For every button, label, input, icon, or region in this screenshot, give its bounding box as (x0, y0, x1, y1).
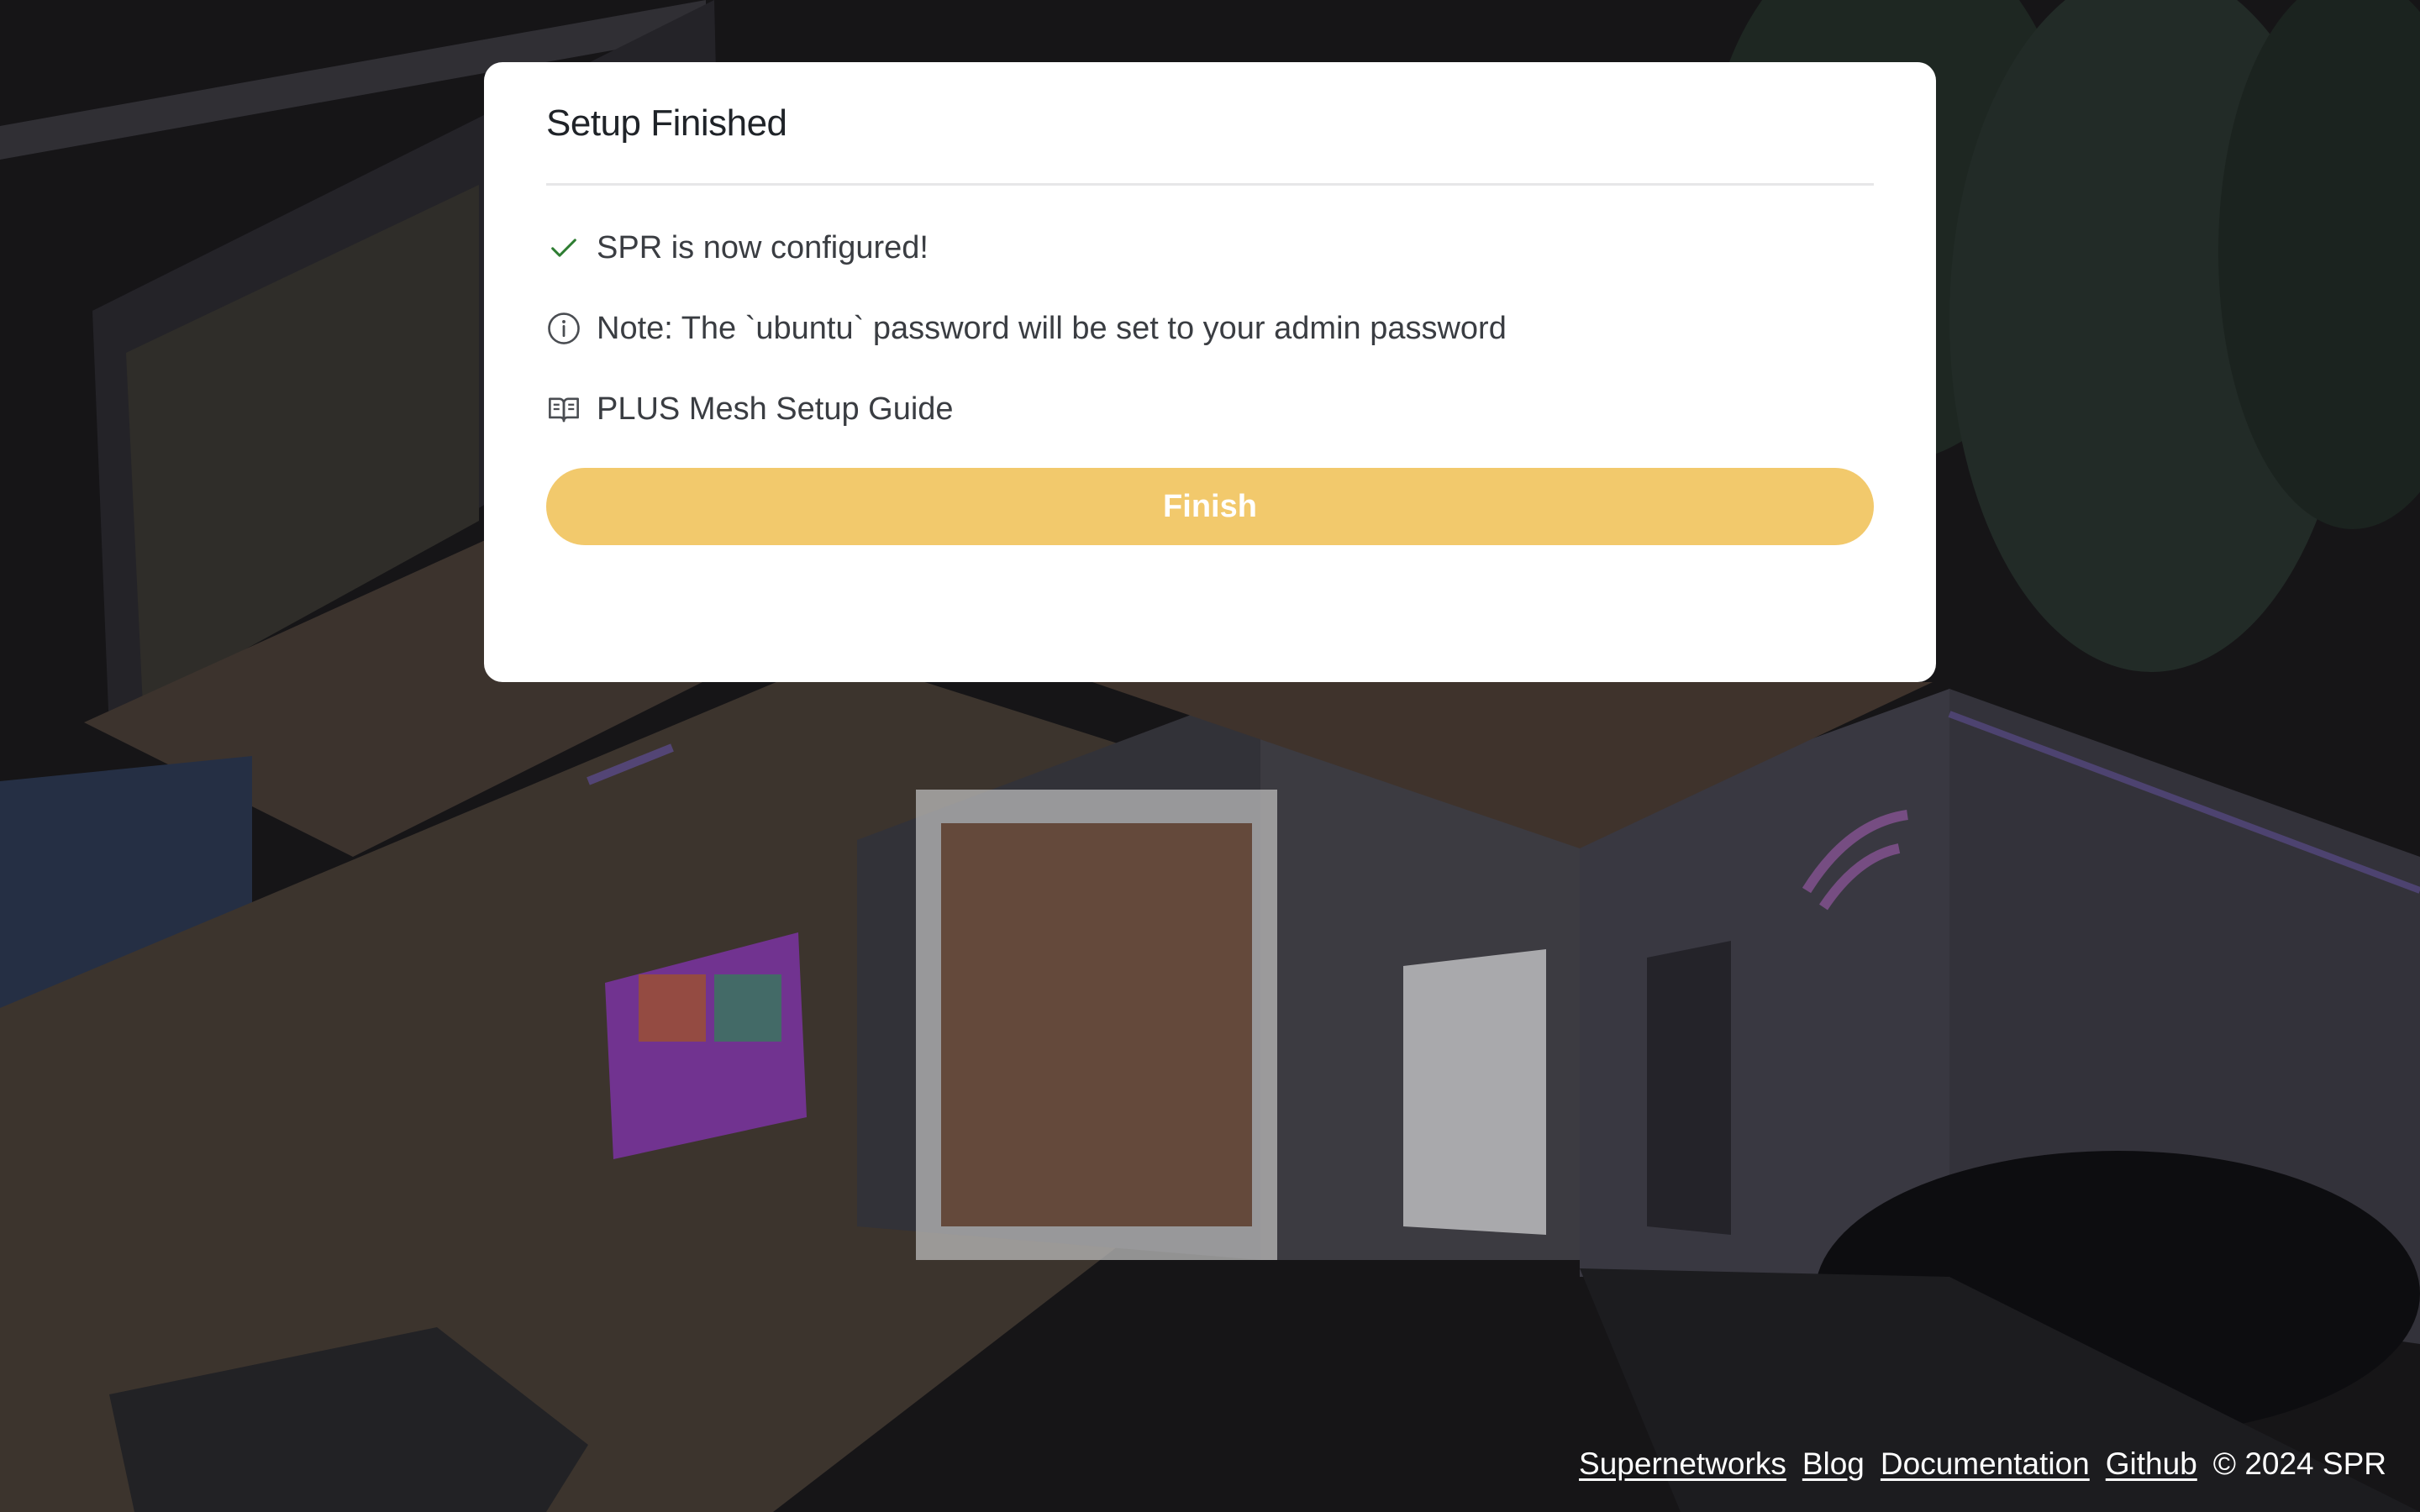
ubuntu-password-note: Note: The `ubuntu` password will be set … (546, 288, 1874, 369)
finish-button[interactable]: Finish (546, 468, 1874, 545)
info-icon (546, 311, 581, 346)
footer-link-documentation[interactable]: Documentation (1881, 1446, 2090, 1482)
configured-status-item: SPR is now configured! (546, 207, 1874, 288)
check-icon (546, 230, 581, 265)
dialog-title: Setup Finished (546, 102, 787, 144)
configured-status-text: SPR is now configured! (597, 229, 929, 265)
copyright-text: © 2024 SPR (2212, 1446, 2386, 1481)
status-list: SPR is now configured! Note: The `ubuntu… (546, 186, 1874, 449)
footer-link-supernetworks[interactable]: Supernetworks (1579, 1446, 1786, 1482)
ubuntu-password-note-text: Note: The `ubuntu` password will be set … (597, 310, 1507, 346)
footer-link-github[interactable]: Github (2106, 1446, 2197, 1482)
mesh-setup-guide-label[interactable]: PLUS Mesh Setup Guide (597, 391, 954, 428)
footer-link-blog[interactable]: Blog (1802, 1446, 1865, 1482)
setup-finished-dialog: Setup Finished SPR is now configured! No… (484, 62, 1936, 682)
book-open-icon (546, 391, 581, 427)
footer-links: Supernetworks Blog Documentation Github … (1579, 1446, 2386, 1482)
mesh-setup-guide-link[interactable]: PLUS Mesh Setup Guide (546, 369, 1874, 449)
